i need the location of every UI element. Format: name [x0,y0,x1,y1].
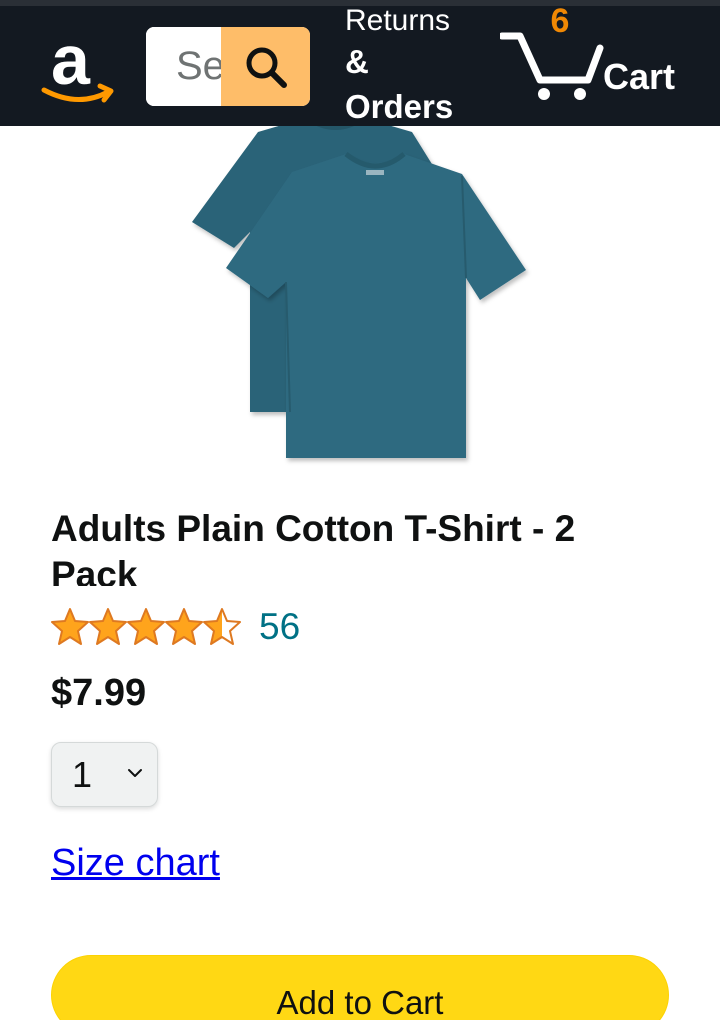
returns-label: Returns [345,4,451,37]
returns-and-orders-link[interactable]: Returns & Orders [345,2,485,130]
rating-row: 56 [51,604,300,650]
search-input[interactable] [146,27,221,106]
star-rating[interactable] [51,607,241,647]
star-full-icon [165,608,203,645]
star-full-icon [127,608,165,645]
quantity-select[interactable]: 1 [51,742,158,807]
star-full-icon [89,608,127,645]
star-half-icon [203,608,241,645]
amazon-logo-icon[interactable]: a [40,21,116,106]
review-count-link[interactable]: 56 [259,606,300,648]
tshirt-image [192,116,526,458]
product-price: $7.99 [51,672,147,714]
add-to-cart-button[interactable]: Add to Cart [51,955,669,1020]
search-button[interactable] [221,27,310,106]
add-to-cart-label: Add to Cart [276,984,444,1020]
quantity-value: 1 [72,753,93,795]
product-image[interactable] [186,112,532,468]
search-icon [246,47,287,88]
svg-text:a: a [51,22,91,99]
size-chart-link[interactable]: Size chart [51,842,220,885]
ampersand-label: & [345,43,369,80]
chevron-down-icon [128,769,142,777]
top-navbar: a Returns & Orders [0,0,720,126]
product-title: Adults Plain Cotton T-Shirt - 2 Pack [51,508,576,586]
product-page: a Returns & Orders [0,0,720,1020]
star-full-icon [51,608,89,645]
cart-button[interactable]: 6 Cart [500,0,700,126]
cart-label: Cart [603,56,676,97]
cart-count-badge: 6 [550,2,570,40]
orders-label: Orders [345,88,454,125]
search-bar [146,27,310,106]
